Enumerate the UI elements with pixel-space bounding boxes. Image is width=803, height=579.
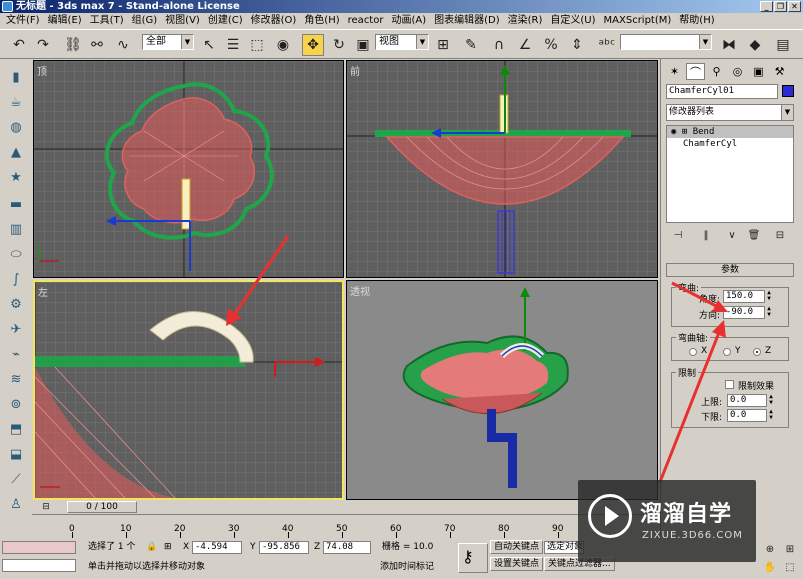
tick-label-0: 0	[69, 524, 75, 534]
tick-label-30: 30	[228, 524, 240, 534]
tick-label-80: 80	[498, 524, 510, 534]
zoom-extents-icon[interactable]: ⊞	[782, 541, 798, 557]
play-logo-icon	[588, 494, 632, 538]
zoom-icon[interactable]: ⊕	[762, 541, 778, 557]
maxscript-listener-mini[interactable]	[2, 541, 76, 554]
tick-label-90: 90	[552, 524, 564, 534]
x-coord-field[interactable]: -4.594	[192, 541, 242, 554]
auto-key-button[interactable]: 自动关键点	[490, 540, 544, 554]
maxscript-input-mini[interactable]	[2, 559, 76, 572]
time-slider[interactable]: 0 / 100	[67, 501, 137, 513]
watermark-url: ZIXUE.3D66.COM	[642, 530, 743, 541]
x-coord-label: X	[183, 542, 190, 552]
set-key-button[interactable]: 设置关键点	[490, 557, 544, 571]
key-mode-icon[interactable]: ⚷	[458, 543, 488, 573]
tick-label-70: 70	[444, 524, 456, 534]
tick-label-60: 60	[390, 524, 402, 534]
z-coord-label: Z	[314, 542, 321, 552]
selection-count: 选择了 1 个	[88, 542, 136, 552]
grid-size: 栅格 = 10.0	[382, 542, 434, 552]
lock-selection-icon[interactable]: 🔒	[146, 541, 157, 555]
watermark-text: 溜溜自学	[640, 502, 733, 527]
tick-label-50: 50	[336, 524, 348, 534]
time-bar: ⊟ 0 / 100	[32, 501, 660, 514]
y-coord-label: Y	[250, 542, 256, 552]
z-coord-field[interactable]: 74.08	[323, 541, 371, 554]
watermark: 溜溜自学 ZIXUE.3D66.COM	[578, 480, 756, 562]
absolute-mode-icon[interactable]: ⊞	[164, 541, 172, 555]
add-time-tag[interactable]: 添加时间标记	[380, 561, 434, 575]
maximize-viewport-icon[interactable]: ⬚	[782, 559, 798, 575]
tick-label-40: 40	[282, 524, 294, 534]
prompt-line: 单击并拖动以选择并移动对象	[88, 562, 206, 572]
time-ruler[interactable]: 0 10 20 30 40 50 60 70 80 90	[32, 514, 660, 538]
tick-label-20: 20	[174, 524, 186, 534]
pan-icon[interactable]: ✋	[762, 559, 778, 575]
track-view-icon[interactable]: ⊟	[36, 501, 56, 513]
tick-label-10: 10	[120, 524, 132, 534]
y-coord-field[interactable]: -95.856	[259, 541, 309, 554]
